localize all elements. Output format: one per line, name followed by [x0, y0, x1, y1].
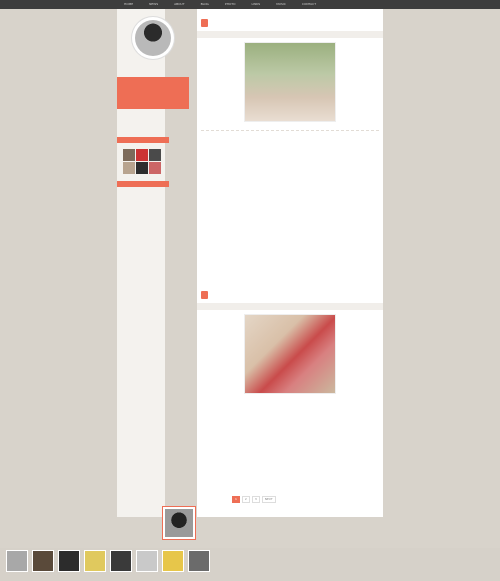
- avatar[interactable]: [132, 17, 174, 59]
- pagination: 1 2 3 NEXT: [232, 496, 276, 503]
- blog-post: [197, 291, 383, 398]
- bottom-photo[interactable]: [136, 550, 158, 572]
- nav-item-music[interactable]: MUSIC: [270, 0, 292, 9]
- sidebar: [117, 9, 189, 517]
- page-1-button[interactable]: 1: [232, 496, 240, 503]
- footer-avatar[interactable]: [162, 506, 196, 540]
- post-photo[interactable]: [244, 42, 336, 122]
- bottom-photo[interactable]: [6, 550, 28, 572]
- bottom-photo[interactable]: [32, 550, 54, 572]
- main-content: [197, 9, 383, 517]
- sidebar-photo[interactable]: [136, 149, 148, 161]
- top-navigation: HOME NEWS ABOUT BLOG PHOTO LINKS MUSIC C…: [0, 0, 500, 9]
- sidebar-section-photos: [117, 137, 169, 143]
- bottom-photo[interactable]: [58, 550, 80, 572]
- page-wrapper: [117, 9, 383, 517]
- bottom-photo[interactable]: [110, 550, 132, 572]
- nav-item-news[interactable]: NEWS: [143, 0, 164, 9]
- nav-item-home[interactable]: HOME: [118, 0, 139, 9]
- sidebar-photo-grid: [123, 149, 163, 174]
- bottom-photo[interactable]: [84, 550, 106, 572]
- post-separator: [197, 303, 383, 310]
- page-3-button[interactable]: 3: [251, 496, 260, 503]
- nav-item-photo[interactable]: PHOTO: [219, 0, 242, 9]
- post-icon: [201, 19, 208, 27]
- sidebar-photo[interactable]: [123, 149, 135, 161]
- blog-post: [197, 19, 383, 135]
- post-divider: [201, 130, 379, 131]
- sidebar-photo[interactable]: [123, 162, 135, 174]
- post-icon: [201, 291, 208, 299]
- profile-band: [117, 77, 189, 109]
- nav-item-about[interactable]: ABOUT: [168, 0, 190, 9]
- post-separator: [197, 31, 383, 38]
- footer-avatar-image: [165, 509, 193, 537]
- next-page-button[interactable]: NEXT: [261, 496, 276, 503]
- bottom-photo-strip: [6, 550, 210, 572]
- page-2-button[interactable]: 2: [241, 496, 250, 503]
- post-header: [201, 19, 383, 27]
- post-photo[interactable]: [244, 314, 336, 394]
- sidebar-photo[interactable]: [149, 149, 161, 161]
- sidebar-section-links: [117, 181, 169, 187]
- nav-item-blog[interactable]: BLOG: [195, 0, 215, 9]
- nav-item-contact[interactable]: CONTACT: [296, 0, 322, 9]
- bottom-photo[interactable]: [188, 550, 210, 572]
- nav-item-links[interactable]: LINKS: [246, 0, 267, 9]
- post-header: [201, 291, 383, 299]
- sidebar-photo[interactable]: [149, 162, 161, 174]
- avatar-image: [135, 20, 171, 56]
- sidebar-photo[interactable]: [136, 162, 148, 174]
- bottom-photo[interactable]: [162, 550, 184, 572]
